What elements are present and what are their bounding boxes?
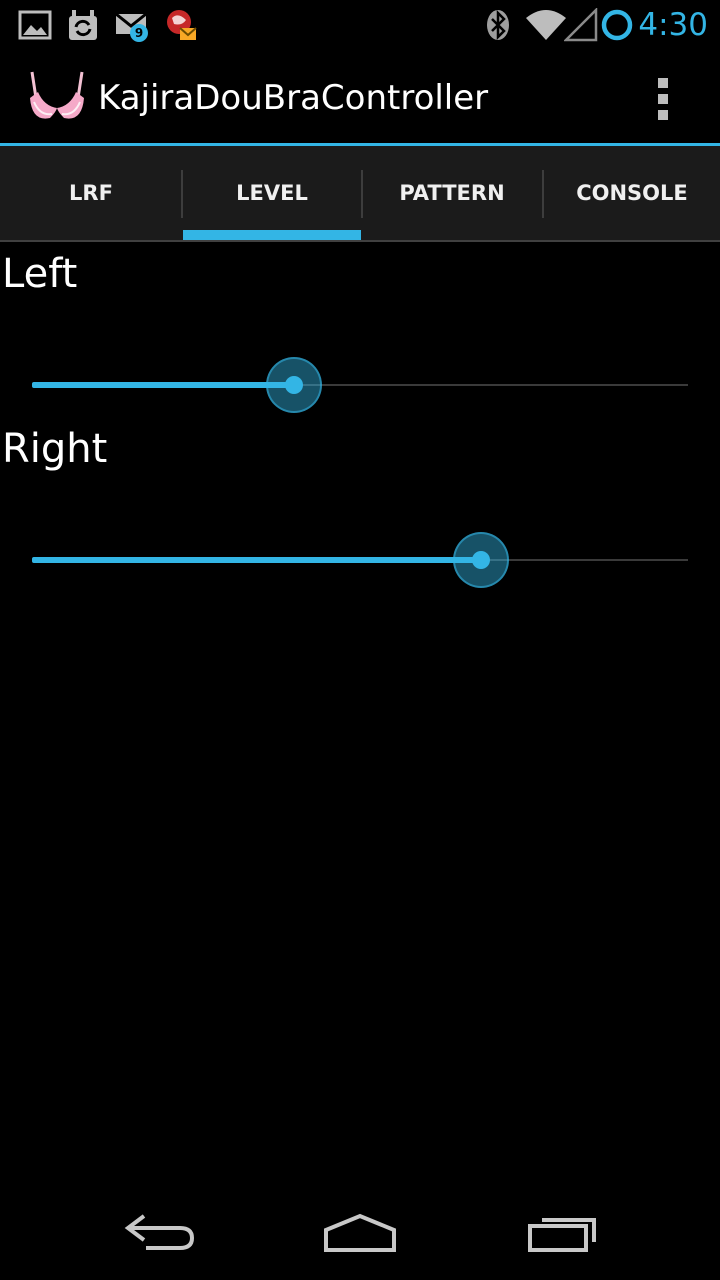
wifi-icon [526,10,566,40]
tab-console[interactable]: CONSOLE [544,146,720,240]
recent-apps-icon[interactable] [518,1204,608,1260]
left-label: Left [2,251,78,297]
overflow-menu-icon[interactable] [648,72,678,122]
app-title: KajiraDouBraController [98,78,489,118]
bra-icon[interactable] [26,68,88,126]
clock: 4:30 [638,7,708,43]
right-label: Right [2,426,108,472]
cell-signal-icon [564,8,598,42]
left-seekbar[interactable] [32,355,688,415]
bluetooth-icon [487,9,509,41]
tab-bar-divider [0,240,720,242]
tab-label: LRF [69,181,113,205]
tab-label: PATTERN [399,181,505,205]
tab-label: LEVEL [236,181,308,205]
right-seekbar[interactable] [32,530,688,590]
maps-icon [167,10,197,40]
tab-pattern[interactable]: PATTERN [362,146,542,240]
tab-level[interactable]: LEVEL [182,146,362,240]
email-count-badge: 9 [130,24,148,42]
sync-icon [69,10,97,40]
battery-icon [601,9,633,41]
navigation-bar [0,1184,720,1280]
seekbar-thumb[interactable] [266,357,322,413]
action-bar: KajiraDouBraController [0,50,720,144]
tab-bar: LRF LEVEL PATTERN CONSOLE [0,146,720,241]
back-icon[interactable] [116,1204,206,1260]
gallery-icon [18,10,52,40]
status-bar: 9 4:30 [0,0,720,50]
tab-lrf[interactable]: LRF [0,146,182,240]
home-icon[interactable] [316,1204,406,1260]
tab-label: CONSOLE [576,181,688,205]
seekbar-progress [32,557,481,563]
seekbar-thumb[interactable] [453,532,509,588]
seekbar-progress [32,382,294,388]
